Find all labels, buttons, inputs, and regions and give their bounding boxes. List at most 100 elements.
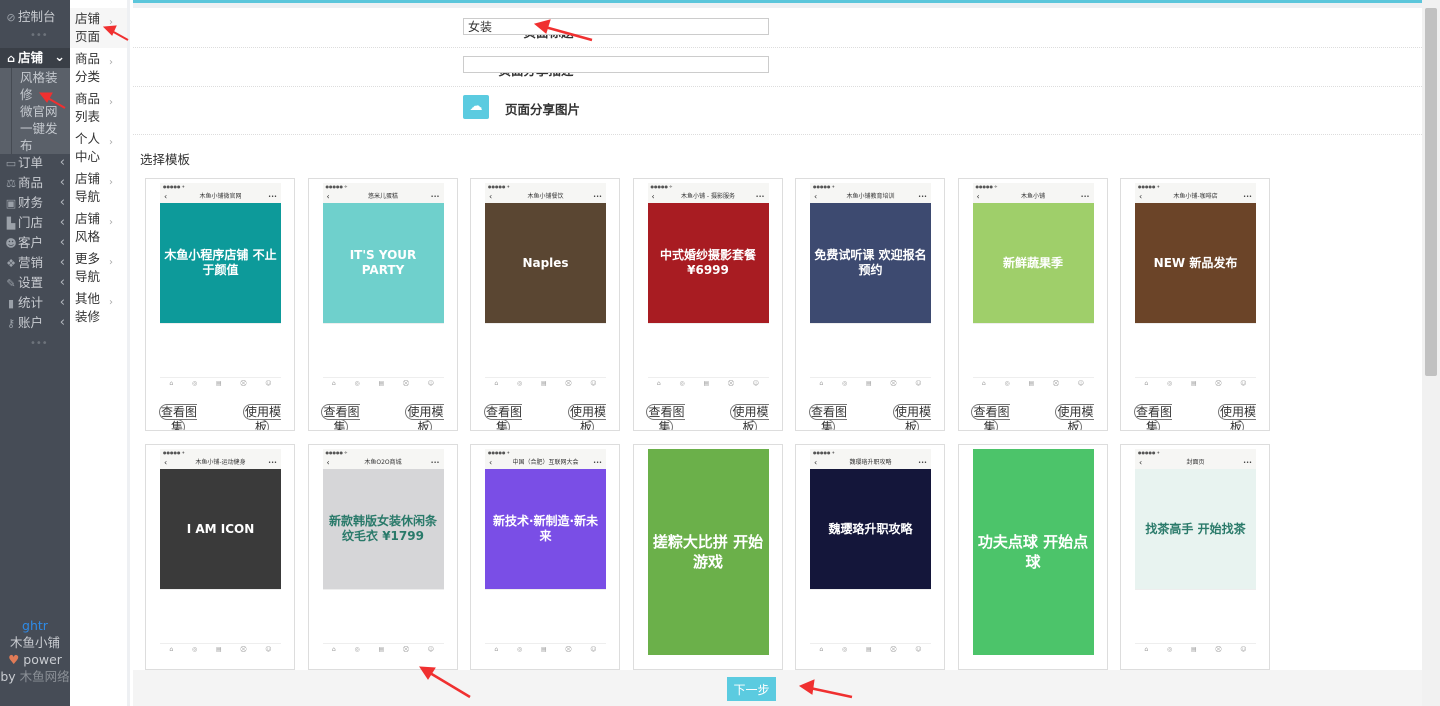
sidebar-item[interactable]: ☻客户 ‹ — [0, 233, 70, 253]
template-preview[interactable]: ●●●●● ✈魏璎珞升职攻略魏璎珞升职攻略⌂◎▤⛒☺ — [810, 449, 931, 655]
submenu-micro-site[interactable]: 微官网 — [20, 103, 65, 120]
subnav-item[interactable]: 商品分类 › — [70, 48, 127, 88]
template-card: ●●●●● ✈魏璎珞升职攻略魏璎珞升职攻略⌂◎▤⛒☺查看图集使用模板 — [795, 444, 945, 670]
template-preview[interactable]: ●●●●● ✈木鱼小铺餐饮Naples⌂◎▤⛒☺ — [485, 183, 606, 389]
submenu-one-click-publish[interactable]: 一键发布 — [20, 120, 65, 154]
template-hero: IT'S YOUR PARTY — [322, 203, 444, 323]
template-preview[interactable]: ●●●●● ✈木鱼小铺-咖啡店NEW 新品发布⌂◎▤⛒☺ — [1135, 183, 1256, 389]
subnav-item[interactable]: 更多导航 › — [70, 248, 127, 288]
template-title: 魏璎珞升职攻略 — [810, 457, 931, 469]
use-template-button[interactable]: 使用模板 — [240, 404, 284, 430]
chevron-down-icon: ⌄ — [54, 50, 65, 65]
page-title-input[interactable] — [463, 18, 769, 35]
template-hero: 魏璎珞升职攻略 — [810, 469, 931, 589]
subnav-item[interactable]: 店铺风格 › — [70, 208, 127, 248]
wrench-icon: ✎ — [6, 277, 16, 290]
sidebar-footer: ghtr 木鱼小铺 ♥ power by 木鱼网络 — [0, 617, 70, 684]
wallet-icon: ▭ — [5, 157, 17, 170]
chevron-left-icon: ‹ — [59, 315, 65, 330]
template-preview[interactable]: ●●●●● ✈功夫点球 开始点球 — [972, 449, 1094, 655]
preview-tabbar: ⌂ ◎ ▤ ⛒ ☺ — [972, 377, 1094, 389]
template-card: ●●●●● ✈木鱼小铺教育培训免费试听课 欢迎报名预约⌂◎▤⛒☺ 查看图集 使用模板 — [795, 178, 945, 431]
template-preview[interactable]: ●●●●● ✈中国（合肥）互联网大会新技术·新制造·新未来⌂◎▤⛒☺ — [485, 449, 606, 655]
use-template-button[interactable]: 使用模板 — [1053, 404, 1097, 430]
view-gallery-button[interactable]: 查看图集 — [969, 404, 1013, 430]
template-preview[interactable]: ●●●●● ✈木鱼小铺微官网木鱼小程序店铺 不止于颜值⌂◎▤⛒☺ — [160, 183, 281, 389]
template-preview[interactable]: ●●●●● ✈封面页找茶高手 开始找茶⌂◎▤⛒☺ — [1135, 449, 1256, 655]
template-hero: 找茶高手 开始找茶 — [1135, 469, 1256, 589]
gift-icon: ❖ — [6, 257, 16, 270]
subnav-item[interactable]: 店铺导航 › — [70, 168, 127, 208]
main-sidebar: ⊘ 控制台 ••• ⌂ 店铺 ⌄ 风格装修 微官网 一键发布 ▭ 订单 ‹ ⚖ 商品 ‹ ▣ 财务 ‹… — [0, 0, 70, 706]
template-preview[interactable]: ●●●●● ✈木鱼小铺 - 摄影服务中式婚纱摄影套餐 ¥6999⌂◎▤⛒☺ — [647, 183, 769, 389]
template-preview[interactable]: ●●●●● ✈木鱼O2O商城新款韩版女装休闲条纹毛衣 ¥1799⌂◎▤⛒☺ — [322, 449, 444, 655]
template-title: 木鱼小铺 — [973, 191, 1094, 203]
scrollbar-thumb[interactable] — [1425, 8, 1437, 376]
template-card: ●●●●● ✈中国（合肥）互联网大会新技术·新制造·新未来⌂◎▤⛒☺查看图集使用… — [470, 444, 620, 670]
subnav-item[interactable]: 其他装修 › — [70, 288, 127, 328]
sidebar-item[interactable]: ▣ 财务 ‹ — [0, 193, 70, 213]
template-title: 木鱼小铺-运动健身 — [160, 457, 281, 469]
sidebar-item[interactable]: ▙ 门店 ‹ — [0, 213, 70, 233]
submenu-style-decoration[interactable]: 风格装修 — [20, 69, 65, 103]
template-hero: 新鲜蔬果季 — [972, 203, 1094, 323]
subnav-item[interactable]: 商品列表 › — [70, 88, 127, 128]
use-template-button[interactable]: 使用模板 — [890, 404, 934, 430]
subnav-item[interactable]: 店铺页面 › — [70, 8, 127, 48]
sidebar-item-dashboard[interactable]: ⊘ 控制台 — [0, 7, 70, 27]
view-gallery-button[interactable]: 查看图集 — [481, 404, 525, 430]
key-icon: ⚷ — [6, 317, 16, 330]
template-card: ●●●●● ✈木鱼小铺-咖啡店NEW 新品发布⌂◎▤⛒☺ 查看图集 使用模板 — [1120, 178, 1270, 431]
chevron-left-icon: ‹ — [59, 155, 65, 170]
chevron-right-icon: › — [109, 217, 113, 228]
chevron-right-icon: › — [109, 57, 113, 68]
template-preview[interactable]: ●●●●● ✈木鱼小铺-运动健身I AM ICON⌂◎▤⛒☺ — [160, 449, 281, 655]
view-gallery-button[interactable]: 查看图集 — [1131, 404, 1175, 430]
use-template-button[interactable]: 使用模板 — [1215, 404, 1259, 430]
template-hero: NEW 新品发布 — [1135, 203, 1256, 323]
template-preview[interactable]: ●●●●● ✈悠米儿蛋糕IT'S YOUR PARTY⌂◎▤⛒☺ — [322, 183, 444, 389]
cloud-upload-icon: ☁ — [469, 99, 483, 114]
template-card: ●●●●● ✈木鱼O2O商城新款韩版女装休闲条纹毛衣 ¥1799⌂◎▤⛒☺查看图… — [307, 444, 458, 670]
chevron-left-icon: ‹ — [59, 175, 65, 190]
template-card: ●●●●● ✈木鱼小铺 - 摄影服务中式婚纱摄影套餐 ¥6999⌂◎▤⛒☺ 查看图… — [632, 178, 783, 431]
preview-tabbar: ⌂ ◎ ▤ ⛒ ☺ — [647, 377, 769, 389]
share-description-input[interactable] — [463, 56, 769, 73]
sidebar-item[interactable]: ▭ 订单 ‹ — [0, 153, 70, 173]
sidebar-item-shop[interactable]: ⌂ 店铺 ⌄ — [0, 48, 70, 68]
chevron-right-icon: › — [109, 137, 113, 148]
sidebar-item[interactable]: ⚖ 商品 ‹ — [0, 173, 70, 193]
template-title: 木鱼小铺微官网 — [160, 191, 281, 203]
store-icon: ▙ — [6, 217, 16, 230]
template-preview[interactable]: ●●●●● ✈木鱼小铺新鲜蔬果季⌂◎▤⛒☺ — [972, 183, 1094, 389]
upload-image-button[interactable]: ☁ — [463, 95, 489, 119]
chevron-right-icon: › — [109, 97, 113, 108]
sidebar-item[interactable]: ✎ 设置 ‹ — [0, 273, 70, 293]
share-image-label: 页面分享图片 — [504, 102, 580, 117]
sidebar-item[interactable]: ❖ 营销 ‹ — [0, 253, 70, 273]
subnav-item[interactable]: 个人中心 › — [70, 128, 127, 168]
template-title: 木鱼小铺-咖啡店 — [1135, 191, 1256, 203]
view-gallery-button[interactable]: 查看图集 — [806, 404, 850, 430]
use-template-button[interactable]: 使用模板 — [403, 404, 447, 430]
username-link[interactable]: ghtr — [0, 617, 70, 634]
view-gallery-button[interactable]: 查看图集 — [156, 404, 200, 430]
template-card: ●●●●● ✈封面页找茶高手 开始找茶⌂◎▤⛒☺查看图集使用模板 — [1120, 444, 1270, 670]
next-step-button[interactable]: 下一步 — [727, 677, 776, 701]
preview-tabbar: ⌂ ◎ ▤ ⛒ ☺ — [485, 643, 606, 655]
template-card: ●●●●● ✈木鱼小铺-运动健身I AM ICON⌂◎▤⛒☺查看图集使用模板 — [145, 444, 295, 670]
sidebar-item[interactable]: ▮ 统计 ‹ — [0, 293, 70, 313]
use-template-button[interactable]: 使用模板 — [728, 404, 772, 430]
chevron-left-icon: ‹ — [59, 295, 65, 310]
template-preview[interactable]: ●●●●● ✈木鱼小铺教育培训免费试听课 欢迎报名预约⌂◎▤⛒☺ — [810, 183, 931, 389]
use-template-button[interactable]: 使用模板 — [565, 404, 609, 430]
sidebar-item[interactable]: ⚷ 账户 ‹ — [0, 313, 70, 333]
view-gallery-button[interactable]: 查看图集 — [319, 404, 363, 430]
vertical-scrollbar[interactable] — [1422, 0, 1440, 706]
template-preview[interactable]: ●●●●● ✈搓粽大比拼 开始游戏 — [647, 449, 769, 655]
template-card: ●●●●● ✈悠米儿蛋糕IT'S YOUR PARTY⌂◎▤⛒☺ 查看图集 使用模板 — [307, 178, 458, 431]
template-hero: 新技术·新制造·新未来 — [485, 469, 606, 589]
template-title: 封面页 — [1135, 457, 1256, 469]
view-gallery-button[interactable]: 查看图集 — [644, 404, 688, 430]
choose-template-label: 选择模板 — [140, 152, 191, 167]
